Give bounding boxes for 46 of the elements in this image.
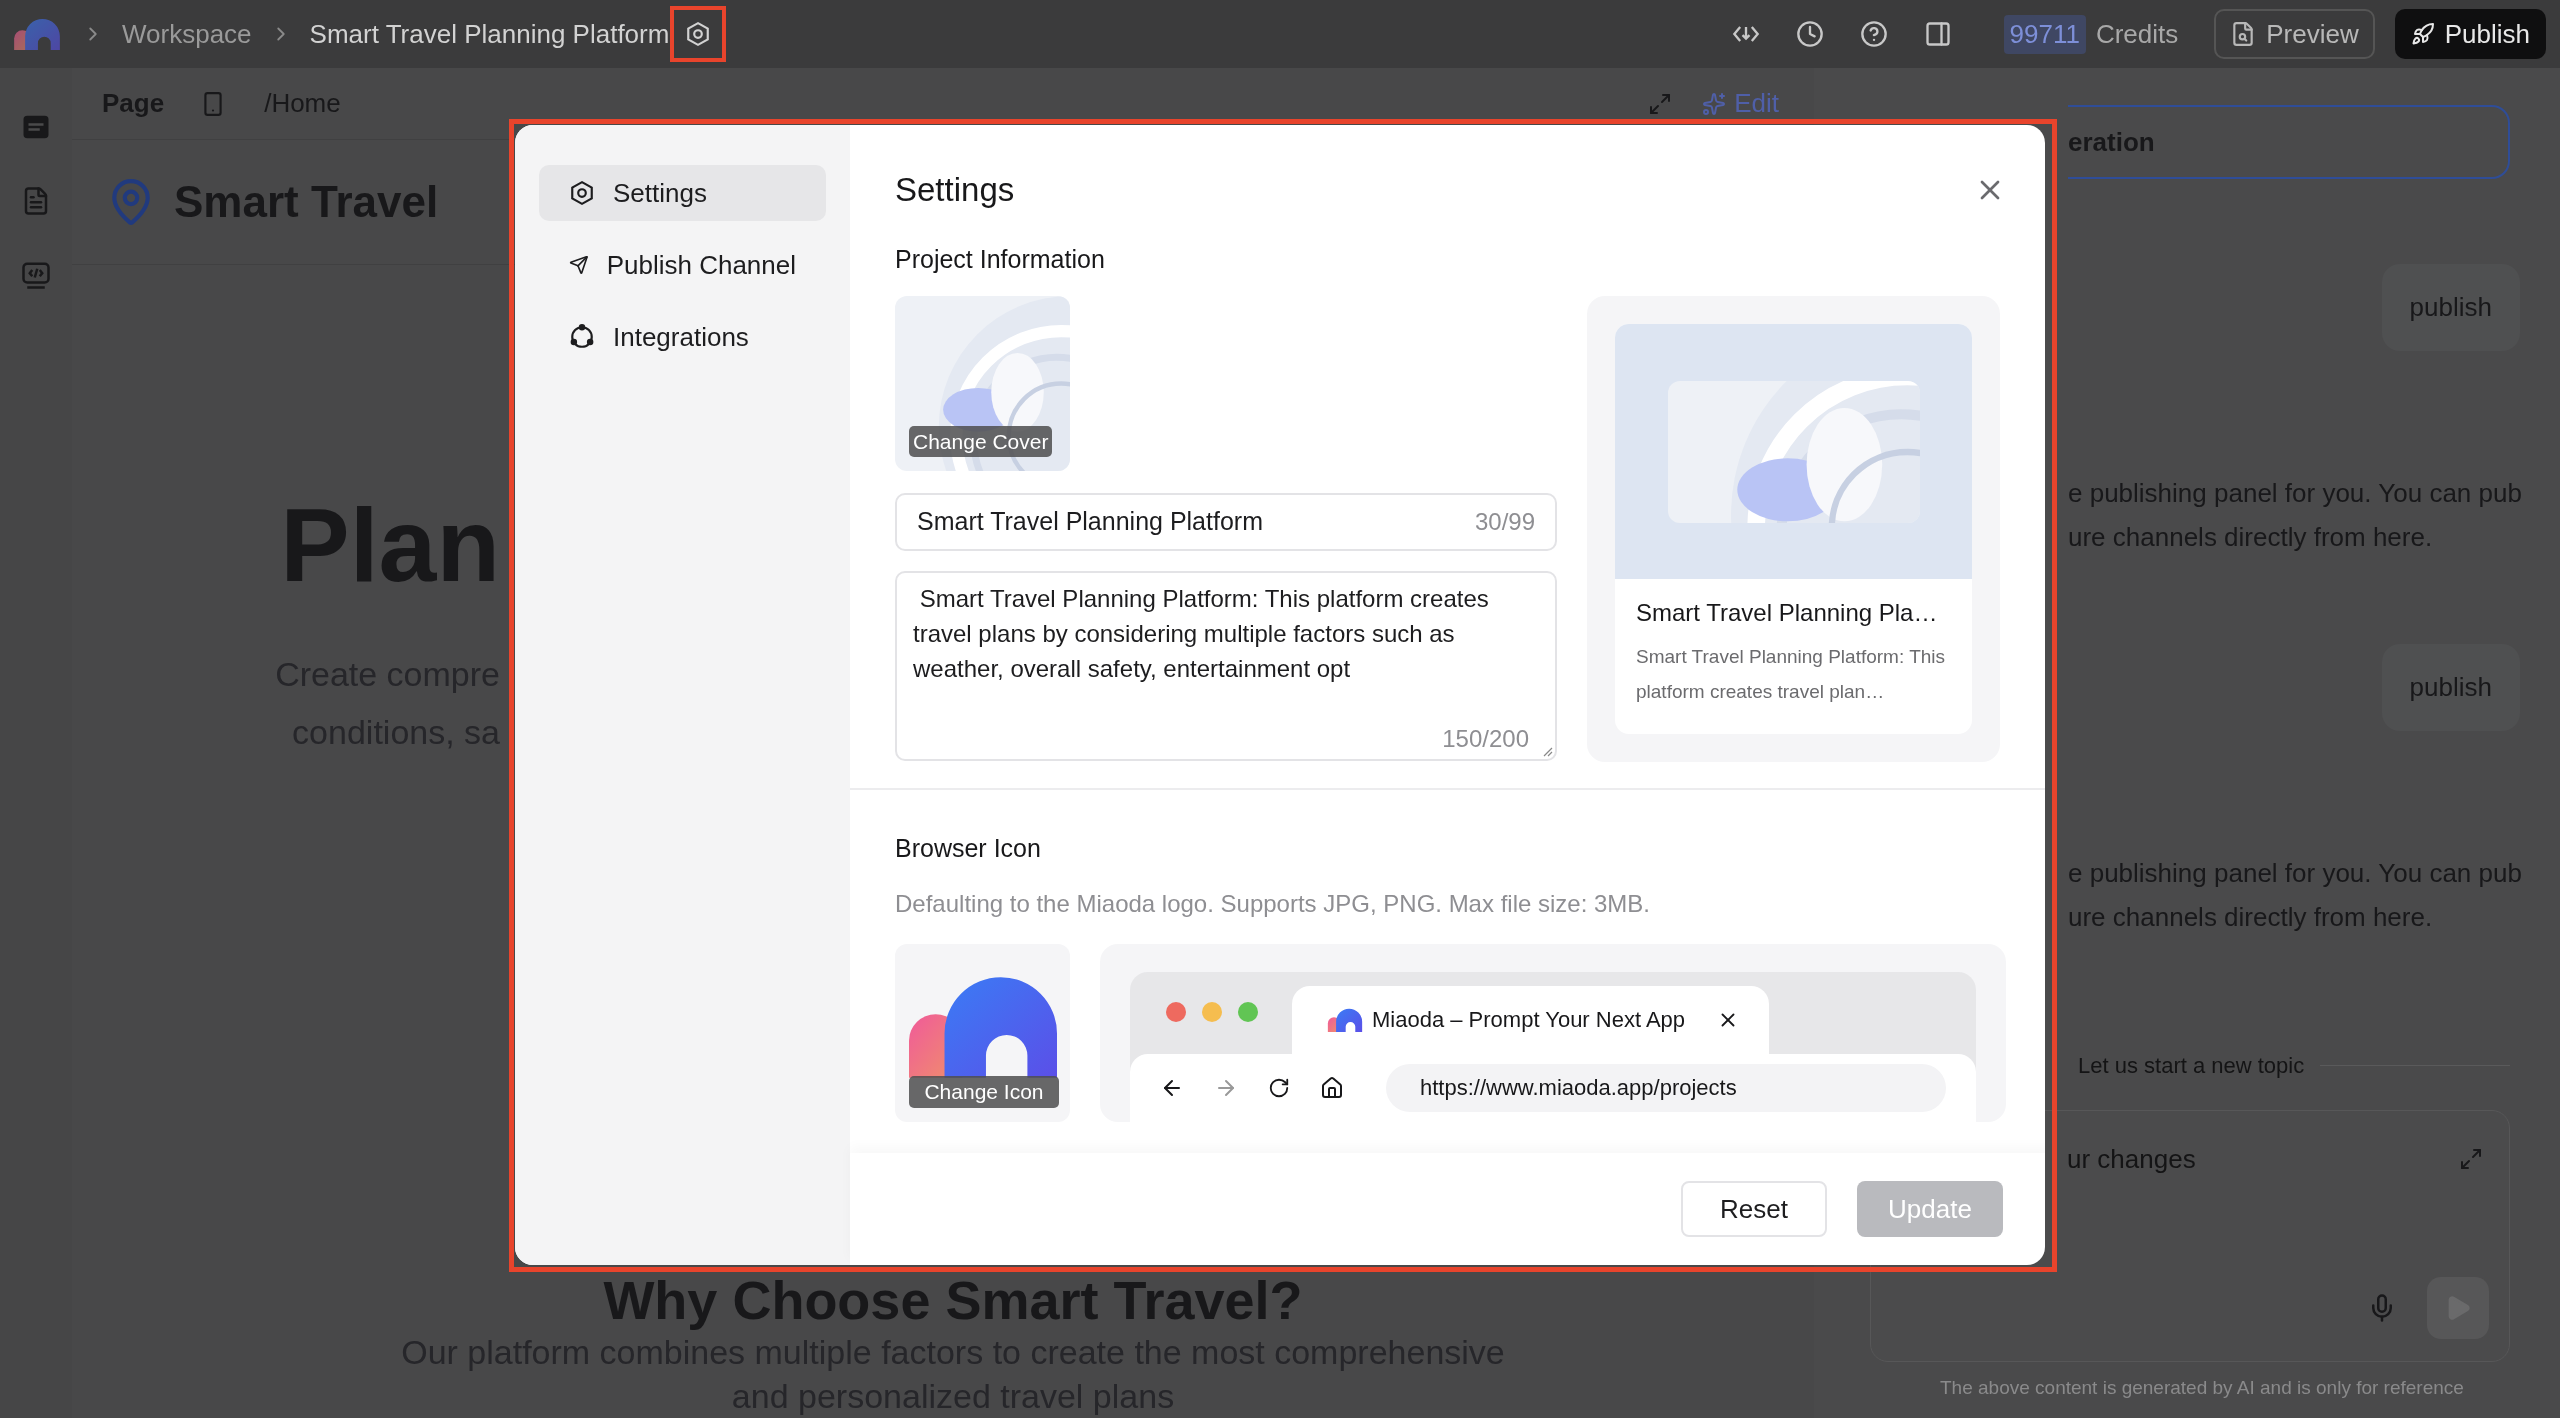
project-title: Smart Travel Planning Platform: [309, 17, 670, 51]
help-icon[interactable]: [1859, 20, 1888, 48]
description-field[interactable]: Smart Travel Planning Platform: This platform creates travel plans by considering multiple factors such as weather, overall safety, entertainment opt 150/200: [895, 571, 1557, 761]
app-logo: [14, 18, 60, 50]
publish-button[interactable]: Publish: [2394, 9, 2546, 59]
code-icon[interactable]: [21, 260, 51, 290]
credits-label: Credits: [2095, 17, 2179, 51]
sparkle-icon: [1702, 91, 1727, 116]
home-icon: [1320, 1075, 1344, 1100]
preview-description: Smart Travel Planning Platform: This platform creates travel plan…: [1636, 645, 1947, 704]
send-button[interactable]: [2427, 1277, 2489, 1339]
character-counter: 150/200: [1442, 724, 1529, 754]
section-heading: Project Information: [895, 243, 1106, 275]
change-cover-button[interactable]: Change Cover: [909, 425, 1053, 457]
section-heading: Browser Icon: [895, 833, 1042, 864]
address-bar: https://www.miaoda.app/projects: [1386, 1063, 1946, 1112]
user-message: publish: [2381, 264, 2520, 351]
expand-icon[interactable]: [1648, 91, 1673, 116]
description-input[interactable]: Smart Travel Planning Platform: This platform creates travel plans by considering multiple factors such as weather, overall safety, entertainment opt: [913, 581, 1539, 721]
credits-count: 99711: [2003, 14, 2086, 54]
dialog-nav-item[interactable]: Integrations: [539, 309, 826, 365]
name-input[interactable]: Smart Travel Planning Platform: [917, 503, 1475, 541]
preview-title: Smart Travel Planning Pla…: [1636, 598, 1939, 628]
breadcrumb-link[interactable]: Workspace: [122, 14, 252, 54]
integrations-icon: [569, 324, 595, 350]
expand-icon[interactable]: [2459, 1147, 2483, 1171]
history-icon[interactable]: [1795, 20, 1824, 48]
dialog-nav-item[interactable]: Settings: [539, 165, 826, 221]
reset-button[interactable]: Reset: [1681, 1181, 1827, 1237]
disclaimer-text: The above content is generated by AI and is only for reference: [1940, 1376, 2464, 1400]
tab-title: Miaoda – Prompt Your Next App: [1372, 1006, 1686, 1034]
change-icon-button[interactable]: Change Icon: [909, 1076, 1059, 1108]
resize-handle-icon[interactable]: [1541, 745, 1553, 757]
preview-button[interactable]: Preview: [2214, 9, 2375, 59]
highlight-frame: [670, 6, 727, 62]
rocket-icon: [2410, 22, 2435, 46]
reload-icon: [1268, 1076, 1290, 1099]
settings-icon: [569, 180, 595, 206]
hint-text: Defaulting to the Miaoda logo. Supports JPG, PNG. Max file size: 3MB.: [895, 888, 1651, 919]
character-counter: 30/99: [1474, 507, 1535, 537]
settings-icon: [685, 21, 712, 47]
dialog-nav-item[interactable]: Publish Channel: [539, 237, 826, 293]
name-field[interactable]: Smart Travel Planning Platform 30/99: [895, 493, 1557, 551]
dialog-title: Settings: [895, 170, 1015, 210]
panel-icon[interactable]: [1923, 20, 1952, 48]
user-message: publish: [2381, 644, 2520, 731]
